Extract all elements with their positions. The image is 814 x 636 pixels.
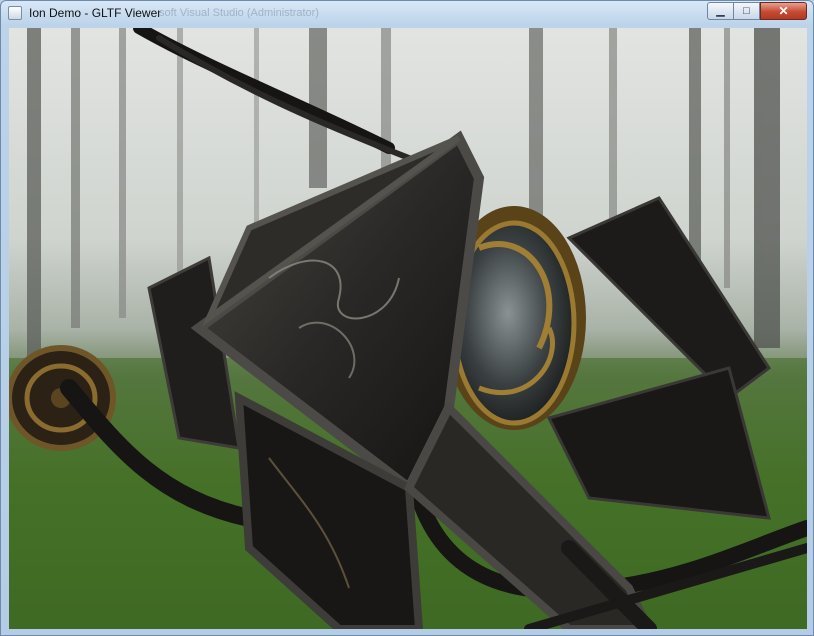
minimize-button[interactable]: ▁ <box>707 2 734 20</box>
window-title: Ion Demo - GLTF Viewer <box>29 6 162 20</box>
close-icon: ✕ <box>778 4 789 18</box>
minimize-icon: ▁ <box>716 4 725 17</box>
title-bar[interactable]: Ion Demo - GLTF Viewer soft Visual Studi… <box>1 1 813 27</box>
app-window: Ion Demo - GLTF Viewer soft Visual Studi… <box>0 0 814 636</box>
close-button[interactable]: ✕ <box>760 2 807 20</box>
background-window-title: soft Visual Studio (Administrator) <box>159 7 319 19</box>
app-icon <box>8 6 22 20</box>
maximize-button[interactable]: □ <box>734 2 760 20</box>
gltf-viewport[interactable] <box>9 28 807 629</box>
maximize-icon: □ <box>743 4 750 17</box>
rendered-scene <box>9 28 807 629</box>
